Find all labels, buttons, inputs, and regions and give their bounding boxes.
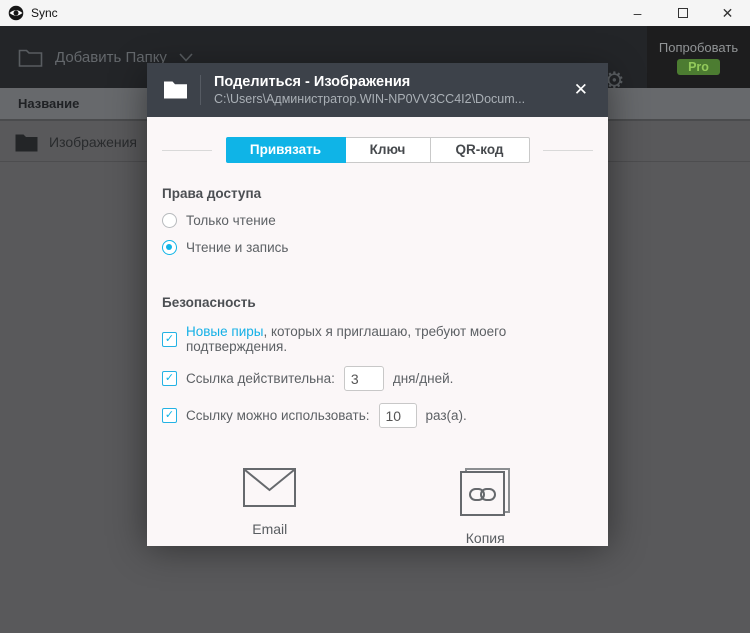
copy-link-button[interactable]: Копия bbox=[378, 468, 594, 546]
email-label: Email bbox=[252, 521, 288, 537]
chevron-down-icon bbox=[179, 52, 193, 62]
close-button[interactable]: ✕ bbox=[705, 0, 750, 26]
tabs: Привязать Ключ QR-код bbox=[225, 137, 530, 163]
titlebar: Sync – ✕ bbox=[0, 0, 750, 26]
dialog-title: Поделиться - Изображения bbox=[214, 74, 411, 90]
minimize-button[interactable]: – bbox=[615, 0, 660, 26]
folder-icon bbox=[163, 80, 188, 100]
try-pro-button[interactable]: Попробовать Pro bbox=[647, 26, 750, 88]
read-only-option[interactable]: Только чтение bbox=[162, 213, 593, 228]
tab-divider-line bbox=[543, 149, 593, 151]
uses-count-input[interactable] bbox=[378, 403, 417, 428]
header-divider bbox=[200, 75, 201, 105]
folder-path: C:\Users\Администратор.WIN-NP0VV3CC4I2\D… bbox=[214, 92, 526, 106]
copy-link-icon bbox=[460, 468, 511, 516]
folder-name: Изображения bbox=[49, 134, 137, 150]
add-folder-icon bbox=[18, 47, 43, 68]
expiry-days-input[interactable] bbox=[343, 366, 384, 391]
approval-row: ✓ Новые пиры, которых я приглашаю, требу… bbox=[162, 324, 593, 354]
name-column-header[interactable]: Название bbox=[18, 96, 79, 111]
share-actions: Email Копия bbox=[162, 468, 593, 546]
tabs-row: Привязать Ключ QR-код bbox=[162, 137, 593, 163]
checkmark-icon: ✓ bbox=[164, 372, 175, 384]
approval-checkbox[interactable]: ✓ bbox=[162, 331, 177, 347]
link-uses-row: ✓ Ссылку можно использовать: раз(а). bbox=[162, 403, 593, 428]
tab-qr-code[interactable]: QR-код bbox=[430, 137, 530, 163]
email-button[interactable]: Email bbox=[162, 468, 378, 546]
link-expiry-row: ✓ Ссылка действительна: дня/дней. bbox=[162, 366, 593, 391]
access-rights-heading: Права доступа bbox=[162, 186, 262, 201]
checkmark-icon: ✓ bbox=[164, 409, 175, 421]
tab-key[interactable]: Ключ bbox=[345, 137, 431, 163]
checkmark-icon: ✓ bbox=[164, 332, 175, 345]
share-dialog: Поделиться - Изображения C:\Users\Админи… bbox=[147, 63, 608, 546]
try-pro-label: Попробовать bbox=[658, 39, 739, 55]
approval-text: Новые пиры, которых я приглашаю, требуют… bbox=[186, 324, 593, 354]
maximize-icon bbox=[677, 8, 688, 18]
minimize-icon: – bbox=[633, 5, 642, 21]
tab-divider-line bbox=[162, 149, 212, 151]
window-title: Sync bbox=[31, 6, 58, 20]
tab-link[interactable]: Привязать bbox=[225, 137, 346, 163]
sync-logo-icon bbox=[8, 5, 24, 21]
read-write-option[interactable]: Чтение и запись bbox=[162, 240, 593, 255]
window-controls: – ✕ bbox=[615, 0, 750, 26]
radio-unselected-icon[interactable] bbox=[162, 213, 177, 228]
email-envelope-icon bbox=[243, 468, 297, 507]
share-dialog-body: Привязать Ключ QR-код Права доступа Толь… bbox=[147, 117, 608, 546]
read-only-label: Только чтение bbox=[186, 213, 276, 228]
uses-count-suffix: раз(а). bbox=[425, 408, 467, 423]
link-uses-checkbox[interactable]: ✓ bbox=[162, 408, 177, 423]
expiry-days-suffix: дня/дней. bbox=[392, 371, 454, 386]
security-heading: Безопасность bbox=[162, 295, 256, 310]
link-expiry-checkbox[interactable]: ✓ bbox=[162, 371, 177, 386]
dialog-close-icon[interactable]: ✕ bbox=[570, 78, 592, 102]
read-write-label: Чтение и запись bbox=[186, 240, 289, 255]
folder-icon bbox=[15, 133, 38, 152]
copy-label: Копия bbox=[465, 530, 505, 546]
new-peers-link[interactable]: Новые пиры bbox=[186, 324, 263, 339]
app-window: Sync – ✕ Добавить Папку ⚙ Попробовать Pr… bbox=[0, 0, 750, 633]
share-dialog-header: Поделиться - Изображения C:\Users\Админи… bbox=[147, 63, 608, 117]
link-uses-label: Ссылку можно использовать: bbox=[186, 408, 370, 423]
pro-badge: Pro bbox=[677, 58, 720, 75]
close-icon: ✕ bbox=[721, 4, 734, 21]
maximize-button[interactable] bbox=[660, 0, 705, 26]
radio-selected-icon[interactable] bbox=[162, 240, 177, 255]
link-expiry-label: Ссылка действительна: bbox=[186, 371, 335, 386]
